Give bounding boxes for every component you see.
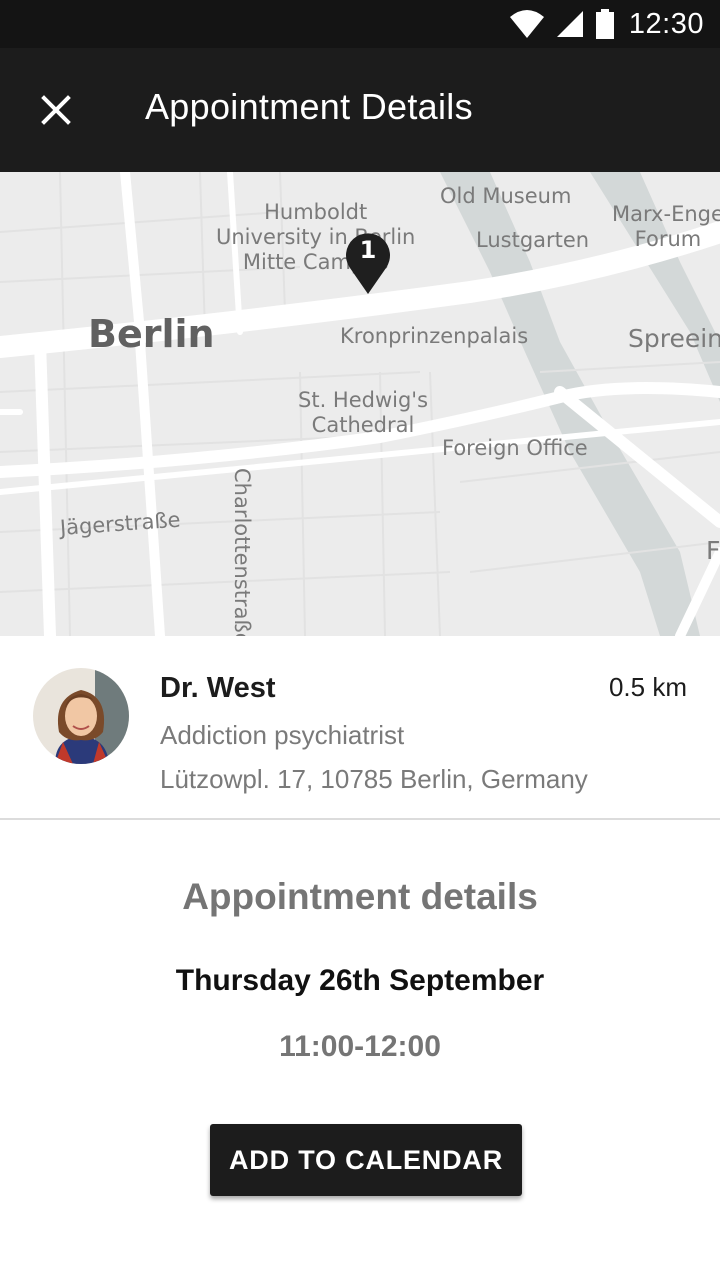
add-to-calendar-button[interactable]: ADD TO CALENDAR (210, 1124, 522, 1196)
doctor-card[interactable]: Dr. West 0.5 km Addiction psychiatrist L… (0, 636, 720, 820)
wifi-icon (509, 10, 544, 38)
map[interactable]: Humboldt University in Berlin Mitte Camp… (0, 172, 720, 636)
map-label-charlottenstrasse: Charlottenstraße (230, 468, 254, 636)
cellular-signal-icon (556, 11, 583, 37)
map-label-foreign-office: Foreign Office (442, 436, 588, 460)
app-bar: Appointment Details (0, 48, 720, 172)
map-label-kronprinzenpalais: Kronprinzenpalais (340, 324, 529, 348)
map-label-lustgarten: Lustgarten (476, 228, 590, 252)
doctor-name: Dr. West (160, 672, 276, 704)
map-label-f: F (706, 536, 720, 565)
map-label-berlin: Berlin (88, 312, 215, 356)
avatar (33, 668, 129, 764)
status-icons: 12:30 (509, 0, 704, 48)
map-pin[interactable]: 1 (344, 230, 392, 296)
status-time: 12:30 (628, 7, 704, 40)
map-label-old-museum: Old Museum (440, 184, 572, 208)
battery-icon (595, 9, 614, 39)
page-title: Appointment Details (145, 86, 473, 127)
appointment-time: 11:00-12:00 (279, 1030, 441, 1063)
appointment-section-title: Appointment details (182, 876, 538, 917)
appointment-date: Thursday 26th September (175, 964, 545, 997)
doctor-specialty: Addiction psychiatrist (160, 720, 405, 750)
map-label-spreein: Spreein (628, 324, 720, 353)
close-button[interactable] (26, 80, 86, 140)
close-icon (41, 95, 71, 125)
doctor-address: Lützowpl. 17, 10785 Berlin, Germany (160, 764, 588, 794)
doctor-distance: 0.5 km (608, 672, 687, 702)
map-label-marx-engels: Marx-Enge Forum (612, 202, 720, 252)
map-pin-number: 1 (359, 236, 377, 264)
map-label-st-hedwigs: St. Hedwig's Cathedral (298, 388, 429, 438)
status-bar: 12:30 (0, 0, 720, 48)
